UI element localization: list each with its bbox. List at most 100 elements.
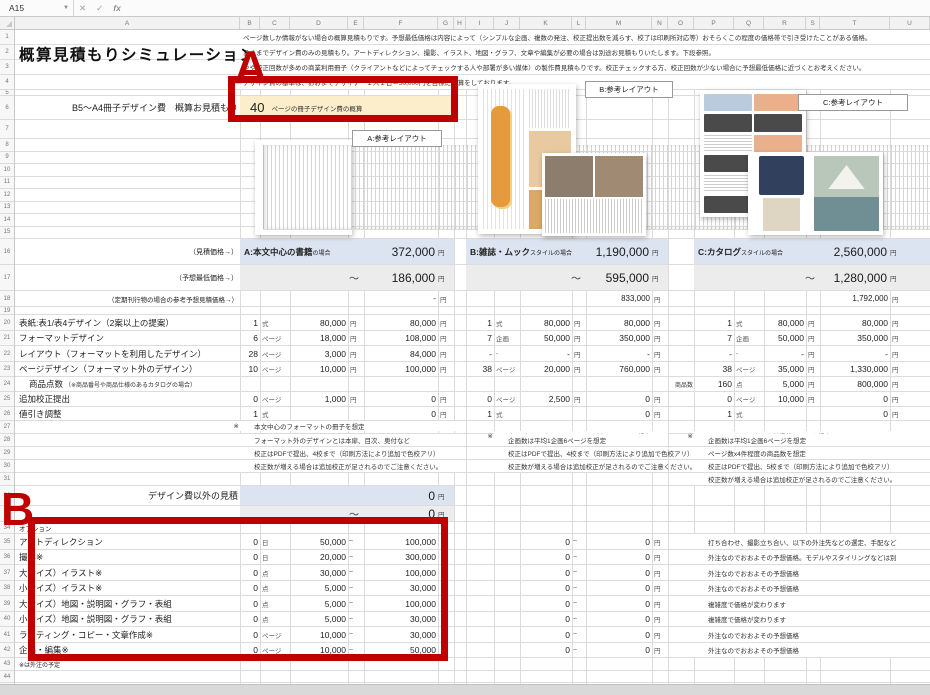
item-r25-a-yen1[interactable]: 円 — [348, 392, 364, 406]
column-header-A[interactable]: A — [15, 17, 240, 29]
column-header-F[interactable]: F — [364, 17, 438, 29]
item-r24-c-yen1[interactable]: 円 — [806, 377, 820, 391]
row-header-15[interactable]: 15 — [0, 227, 14, 240]
row-header-13[interactable]: 13 — [0, 202, 14, 215]
item-r25-a-amount[interactable]: 0 — [364, 392, 438, 406]
item-r23-a-unit[interactable]: ページ — [260, 362, 290, 376]
item-r20-c-unit[interactable]: 式 — [734, 315, 764, 330]
option-r35-unit[interactable]: 日 — [260, 534, 290, 549]
option-r36-price-min[interactable]: 20,000 — [290, 550, 348, 564]
item-r22-c-price[interactable]: - — [764, 346, 806, 361]
option-r38-mid-max[interactable]: 0 — [586, 581, 652, 595]
column-header-L[interactable]: L — [572, 17, 586, 29]
item-r26-b-yen1[interactable] — [572, 407, 586, 420]
formula-input[interactable] — [126, 0, 930, 16]
option-r35-price-max[interactable]: 100,000 — [364, 534, 438, 549]
item-r26-a-unit[interactable]: 式 — [260, 407, 290, 420]
option-r35-mid-min[interactable]: 0 — [520, 534, 572, 549]
tilde-label[interactable]: ~ — [348, 612, 364, 626]
row-header-28[interactable]: 28 — [0, 434, 14, 447]
item-r21-c-amount[interactable]: 350,000 — [820, 331, 890, 345]
note-mark-c[interactable]: ※ — [668, 431, 694, 441]
item-r21-a-unit[interactable]: ページ — [260, 331, 290, 345]
item-r26-c-qty[interactable]: 1 — [694, 407, 734, 420]
row-header-23[interactable]: 23 — [0, 362, 14, 377]
item-label-r24[interactable]: 商品点数（※商品番号や商品仕様のあるカタログの場合） — [15, 377, 240, 391]
row-header-21[interactable]: 21 — [0, 331, 14, 346]
item-r23-c-unit[interactable]: ページ — [734, 362, 764, 376]
option-r37-qty[interactable]: 0 — [240, 565, 260, 580]
min-price-label[interactable]: （予想最低価格→） — [15, 265, 240, 290]
item-r24-c-yen2[interactable]: 円 — [890, 377, 930, 391]
item-r26-a-amount[interactable]: 0 — [364, 407, 438, 420]
row-header-36[interactable]: 36 — [0, 550, 14, 565]
top-note-3[interactable]: やや校正回数が多めの商業利用冊子（クライアントなどによってチェックする人や部署が… — [240, 60, 930, 74]
row-header-14[interactable]: 14 — [0, 214, 14, 227]
option-r37-mid-max[interactable]: 0 — [586, 565, 652, 580]
row-header-2[interactable]: 2 — [0, 45, 14, 60]
option-r40-unit[interactable]: 点 — [260, 612, 290, 626]
row-header-35[interactable]: 35 — [0, 534, 14, 550]
item-r20-a-yen1[interactable]: 円 — [348, 315, 364, 330]
item-r23-b-yen2[interactable]: 円 — [652, 362, 668, 376]
item-r24-c-price[interactable]: 5,000 — [764, 377, 806, 391]
tilde-label[interactable]: ~ — [348, 550, 364, 564]
row-header-20[interactable]: 20 — [0, 315, 14, 331]
item-r22-c-unit[interactable]: - — [734, 346, 764, 361]
item-r22-c-amount[interactable]: - — [820, 346, 890, 361]
min-band-b[interactable]: ～595,000円 — [466, 265, 668, 290]
row-header-25[interactable]: 25 — [0, 392, 14, 407]
periodical-price-label[interactable]: （定期刊行物の場合の参考予想見積価格→） — [15, 291, 240, 306]
column-header-P[interactable]: P — [694, 17, 734, 29]
note-b-r30[interactable]: 校正数が増える場合は追加校正が足されるのでご注意ください。 — [494, 460, 668, 472]
option-r42-price-max[interactable]: 50,000 — [364, 643, 438, 657]
item-r26-c-unit[interactable]: 式 — [734, 407, 764, 420]
yen-label[interactable]: 円 — [652, 627, 668, 642]
item-r23-c-yen1[interactable]: 円 — [806, 362, 820, 376]
option-r37-price-min[interactable]: 30,000 — [290, 565, 348, 580]
item-r23-a-amount[interactable]: 100,000 — [364, 362, 438, 376]
column-header-O[interactable]: O — [668, 17, 694, 29]
row-header-37[interactable]: 37 — [0, 565, 14, 581]
min-band-a[interactable]: ～186,000円 — [240, 265, 454, 290]
item-r26-c-amount[interactable]: 0 — [820, 407, 890, 420]
item-label-r20[interactable]: 表紙:表1/表4デザイン（2案以上の提案） — [15, 315, 240, 330]
item-r22-a-price[interactable]: 3,000 — [290, 346, 348, 361]
option-label-r36[interactable]: 撮影※ — [15, 550, 240, 564]
item-r23-b-yen1[interactable]: 円 — [572, 362, 586, 376]
item-r25-a-qty[interactable]: 0 — [240, 392, 260, 406]
item-r26-b-qty[interactable]: 1 — [466, 407, 494, 420]
item-r21-c-yen2[interactable]: 円 — [890, 331, 930, 345]
estimate-band-c[interactable]: C:カタログスタイルの場合2,560,000円 — [694, 239, 930, 264]
option-r36-mid-min[interactable]: 0 — [520, 550, 572, 564]
item-r20-c-qty[interactable]: 1 — [694, 315, 734, 330]
item-r22-c-yen1[interactable]: 円 — [806, 346, 820, 361]
option-note-r35[interactable]: 打ち合わせ、撮影立ち合い、以下の外注先などの選定、手配など — [694, 534, 930, 549]
row-header-7[interactable]: 7 — [0, 120, 14, 139]
column-header-U[interactable]: U — [890, 17, 930, 29]
option-r42-mid-max[interactable]: 0 — [586, 643, 652, 657]
row-header-19[interactable]: 19 — [0, 307, 14, 315]
periodical-yen-b[interactable]: 円 — [652, 291, 668, 306]
item-r20-c-amount[interactable]: 80,000 — [820, 315, 890, 330]
option-r41-price-max[interactable]: 30,000 — [364, 627, 438, 642]
row-header-6[interactable]: 6 — [0, 96, 14, 120]
option-label-r42[interactable]: 企画・編集※ — [15, 643, 240, 657]
note-mark-a[interactable]: ※ — [15, 421, 240, 431]
item-r20-b-yen2[interactable]: 円 — [652, 315, 668, 330]
option-r42-price-min[interactable]: 10,000 — [290, 643, 348, 657]
other-estimate-band[interactable]: 0円 — [240, 486, 454, 505]
option-r36-qty[interactable]: 0 — [240, 550, 260, 564]
option-note-r39[interactable]: 複雑度で価格が変わります — [694, 596, 930, 611]
option-r41-mid-min[interactable]: 0 — [520, 627, 572, 642]
option-r38-price-max[interactable]: 30,000 — [364, 581, 438, 595]
column-header-C[interactable]: C — [260, 17, 290, 29]
option-r38-price-min[interactable]: 5,000 — [290, 581, 348, 595]
item-r21-b-unit[interactable]: 企画 — [494, 331, 520, 345]
item-r23-a-yen1[interactable]: 円 — [348, 362, 364, 376]
column-header-J[interactable]: J — [494, 17, 520, 29]
item-r21-b-amount[interactable]: 350,000 — [586, 331, 652, 345]
yen-label[interactable]: 円 — [652, 596, 668, 611]
option-r35-qty[interactable]: 0 — [240, 534, 260, 549]
option-r35-price-min[interactable]: 50,000 — [290, 534, 348, 549]
